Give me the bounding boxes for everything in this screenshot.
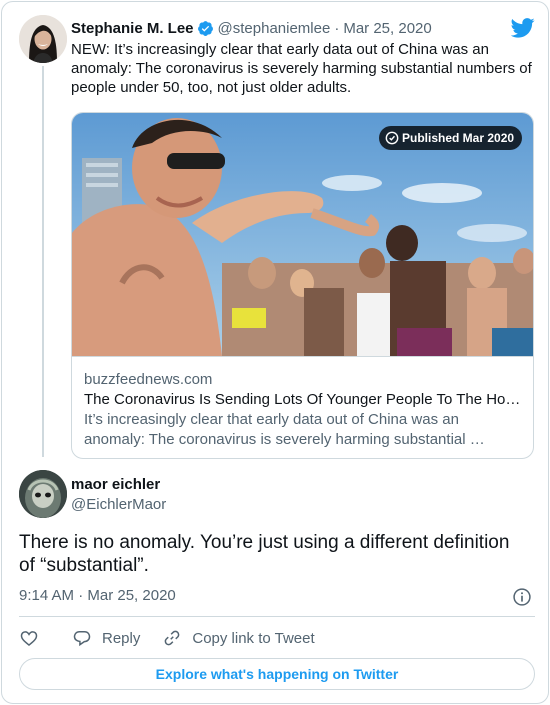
parent-avatar[interactable]: [19, 15, 67, 63]
embedded-tweet-card: Stephanie M. Lee @stephaniemlee · Mar 25…: [1, 1, 549, 704]
published-badge-label: Published Mar 2020: [402, 131, 515, 145]
header-separator: ·: [334, 19, 340, 37]
actions-divider: [19, 616, 535, 617]
copy-link-label: Copy link to Tweet: [192, 629, 315, 647]
link-card-domain: buzzfeednews.com: [84, 371, 213, 388]
twitter-bird-icon[interactable]: [511, 17, 535, 39]
reply-timestamp[interactable]: 9:14 AM · Mar 25, 2020: [19, 587, 176, 604]
parent-display-name[interactable]: Stephanie M. Lee: [71, 20, 194, 37]
info-icon[interactable]: [512, 587, 532, 607]
reply-handle[interactable]: @EichlerMaor: [71, 496, 166, 513]
parent-date[interactable]: Mar 25, 2020: [343, 20, 431, 37]
parent-avatar-image: [19, 15, 67, 63]
parent-handle[interactable]: @stephaniemlee: [218, 20, 331, 37]
clock-icon: [385, 131, 399, 145]
reply-tweet-text: There is no anomaly. You’re just using a…: [19, 532, 510, 576]
speech-bubble-icon: [73, 631, 91, 647]
parent-tweet-header: Stephanie M. Lee @stephaniemlee · Mar 25…: [71, 18, 432, 38]
reply-display-name[interactable]: maor eichler: [71, 476, 160, 493]
reply-avatar-image: [19, 470, 67, 518]
tweet-actions: Reply Copy link to Tweet: [19, 626, 315, 650]
heart-icon: [20, 631, 38, 647]
reply-avatar[interactable]: [19, 470, 67, 518]
thread-connector-line: [42, 66, 44, 457]
like-button[interactable]: [19, 628, 39, 648]
link-card-title: The Coronavirus Is Sending Lots Of Young…: [84, 391, 521, 408]
link-card-description: It’s increasingly clear that early data …: [84, 411, 485, 448]
explore-twitter-button[interactable]: Explore what's happening on Twitter: [19, 658, 535, 690]
reply-button-label: Reply: [102, 629, 141, 647]
copy-link-button[interactable]: Copy link to Tweet: [162, 628, 315, 648]
verified-badge-icon: [197, 20, 213, 36]
article-photo: Published Mar 2020: [72, 113, 533, 356]
published-badge: Published Mar 2020: [379, 126, 523, 150]
link-icon: [165, 630, 180, 646]
link-preview-card[interactable]: Published Mar 2020 buzzfeednews.com The …: [71, 112, 534, 459]
reply-button[interactable]: Reply: [72, 628, 140, 648]
link-card-body: buzzfeednews.com The Coronavirus Is Send…: [72, 356, 533, 448]
parent-tweet-text: NEW: It’s increasingly clear that early …: [71, 41, 532, 96]
